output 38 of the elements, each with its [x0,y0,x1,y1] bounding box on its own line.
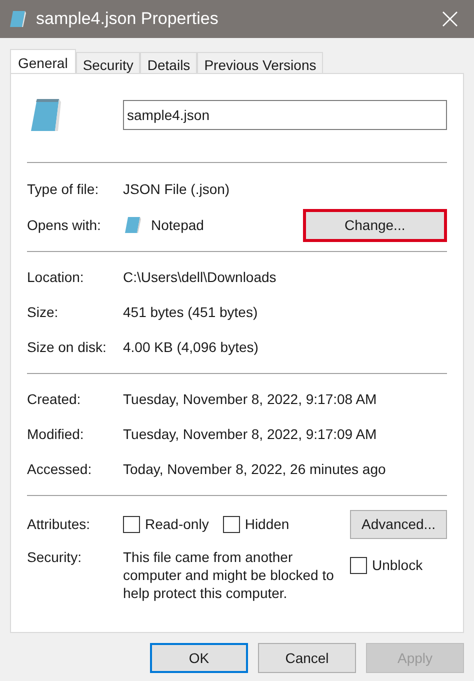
field-value: C:\Users\dell\Downloads [123,268,276,287]
checkbox[interactable] [350,557,367,574]
checkbox[interactable] [222,516,240,532]
field-label: Size on disk: [27,338,108,357]
tab[interactable]: Security [76,52,140,73]
field-label: Security: [27,548,82,566]
field-label: Size: [27,303,60,322]
security-message: This file came from another computer and might be blocked to help protect this computer. [123,548,335,602]
field-value: Notepad [151,216,204,235]
field-label: Location: [27,268,85,287]
field-label: Created: [27,390,82,409]
checkbox[interactable] [123,516,140,532]
field-value: 4.00 KB (4,096 bytes) [123,338,258,357]
window-title: sample4.json Properties [36,8,218,30]
field-label: Opens with: [27,216,102,235]
field-label: Modified: [27,425,85,444]
advanced-button[interactable]: Advanced... [350,510,447,538]
checkbox-label: Hidden [244,514,290,534]
field-label: Attributes: [27,514,92,534]
tab[interactable]: General [10,49,76,74]
close-icon[interactable] [442,11,458,27]
field-value: Today, November 8, 2022, 26 minutes ago [123,460,386,479]
dialog-button[interactable]: Cancel [258,643,356,673]
change-button[interactable]: Change... [302,208,447,242]
field-label: Type of file: [27,180,100,199]
notepad-icon [8,9,28,29]
tab[interactable]: Details [140,52,198,73]
field-value: Tuesday, November 8, 2022, 9:17:08 AM [123,390,377,409]
tab[interactable]: Previous Versions [197,52,324,73]
dialog-button[interactable]: OK [150,643,248,673]
field-value: JSON File (.json) [123,180,230,199]
notepad-icon [123,215,143,235]
field-label: Accessed: [27,460,93,479]
checkbox-label: Unblock [372,556,423,575]
field-value: 451 bytes (451 bytes) [123,303,258,322]
file-name-field[interactable]: sample4.json [123,100,447,130]
field-value: Tuesday, November 8, 2022, 9:17:09 AM [123,425,377,444]
checkbox-label: Read-only [145,514,209,534]
